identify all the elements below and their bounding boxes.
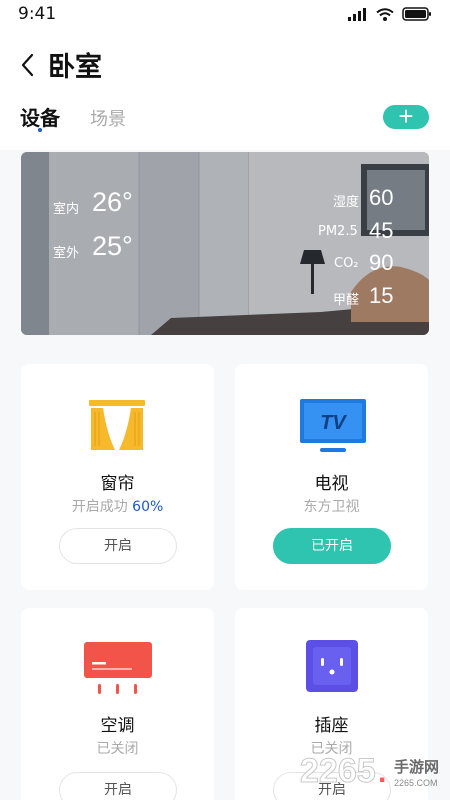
watermark-dot: .	[378, 756, 386, 789]
curtain-open-percent: 60%	[132, 499, 164, 515]
status-icons	[348, 7, 432, 21]
indoor-temp-value: 26°	[92, 187, 133, 217]
ac-open-button[interactable]: 开启	[59, 772, 177, 800]
device-card-tv[interactable]: TV 电视 东方卫视 已开启	[235, 364, 428, 590]
device-status: 东方卫视	[303, 499, 360, 515]
device-card-air-conditioner[interactable]: 空调 已关闭 开启	[21, 608, 214, 800]
wifi-icon	[376, 7, 394, 21]
tv-power-button[interactable]: 已开启	[273, 528, 391, 564]
add-device-button[interactable]: +	[383, 101, 429, 131]
watermark-site: 手游网	[394, 758, 439, 776]
header: 卧室 设备 场景 +	[0, 30, 450, 150]
status-bar: 9:41	[0, 0, 450, 30]
curtain-icon	[89, 400, 145, 450]
plus-icon: +	[398, 101, 414, 131]
signal-icon	[348, 7, 366, 21]
pm25-value: 45	[369, 218, 394, 243]
humidity-label: 湿度	[333, 195, 360, 210]
tab-scenes[interactable]: 场景	[90, 105, 126, 131]
air-conditioner-icon	[84, 642, 152, 694]
co2-value: 90	[369, 250, 394, 275]
outdoor-temp-label: 室外	[53, 246, 80, 261]
co2-label: CO₂	[334, 256, 359, 271]
battery-icon	[402, 7, 431, 21]
indoor-temp-label: 室内	[53, 202, 80, 217]
device-name: 窗帘	[100, 474, 135, 494]
tv-icon: TV	[300, 399, 366, 452]
active-tab-indicator	[38, 128, 42, 132]
outdoor-temp-value: 25°	[92, 231, 133, 261]
formaldehyde-value: 15	[369, 283, 394, 308]
room-environment-banner: 室内 26° 室外 25° 湿度 60 PM2.5 45 CO₂ 90 甲醛 1…	[21, 152, 429, 335]
status-time: 9:41	[18, 4, 57, 24]
device-name: 插座	[314, 716, 349, 736]
device-card-curtain[interactable]: 窗帘 开启成功 60% 开启	[21, 364, 214, 590]
watermark-logo: 2265 . 手游网 2265.COM	[300, 752, 440, 791]
curtain-open-button[interactable]: 开启	[59, 528, 177, 564]
pm25-label: PM2.5	[318, 224, 358, 239]
watermark-number: 2265	[300, 752, 376, 790]
humidity-value: 60	[369, 185, 394, 210]
page-title: 卧室	[48, 52, 102, 83]
banner-overlay	[21, 152, 429, 335]
device-name: 空调	[100, 716, 135, 736]
tab-devices[interactable]: 设备	[20, 102, 60, 131]
socket-icon	[306, 640, 358, 692]
device-status: 已关闭	[96, 741, 139, 757]
tv-icon-text: TV	[320, 412, 347, 434]
back-arrow-icon[interactable]	[18, 52, 38, 78]
device-name: 电视	[314, 474, 349, 494]
formaldehyde-label: 甲醛	[333, 293, 360, 308]
device-status-text: 开启成功	[71, 499, 128, 515]
device-status: 开启成功 60%	[21, 496, 214, 516]
watermark-domain: 2265.COM	[394, 778, 438, 788]
